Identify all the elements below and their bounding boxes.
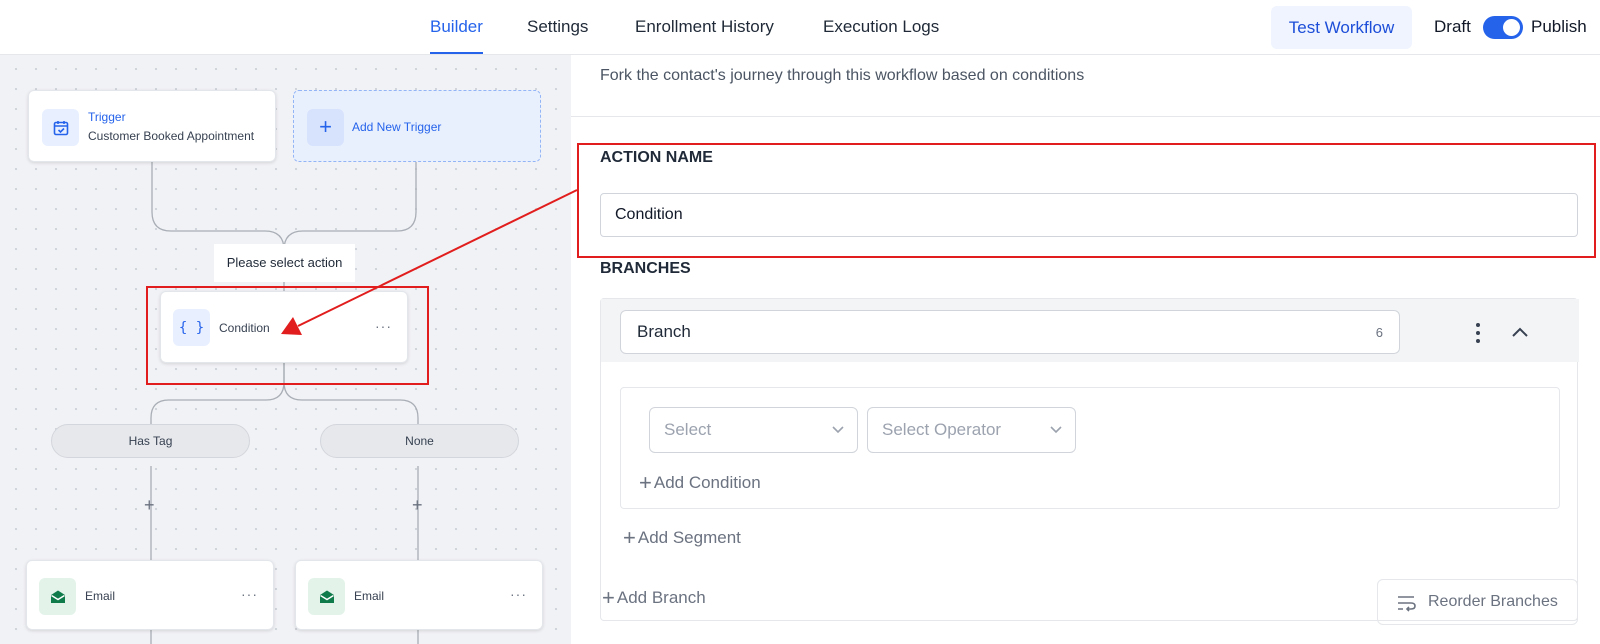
trigger-subtitle: Customer Booked Appointment — [88, 129, 255, 143]
more-options-icon[interactable]: ··· — [510, 586, 527, 602]
plus-icon: + — [307, 109, 344, 146]
workflow-canvas[interactable]: Trigger Customer Booked Appointment + Ad… — [0, 55, 571, 644]
add-segment-label: Add Segment — [637, 528, 741, 547]
annotation-highlight-box — [146, 286, 429, 385]
panel-description: Fork the contact's journey through this … — [600, 67, 1085, 84]
email-node[interactable]: Email ··· — [26, 560, 274, 630]
publish-label: Publish — [1531, 17, 1587, 36]
add-condition-button[interactable]: + Add Condition — [639, 470, 761, 496]
email-node[interactable]: Email ··· — [295, 560, 543, 630]
publish-toggle[interactable] — [1483, 16, 1523, 39]
tab-settings[interactable]: Settings — [527, 0, 588, 54]
select-action-label: Please select action — [214, 244, 355, 282]
plus-icon: + — [602, 585, 615, 610]
tab-enrollment-history[interactable]: Enrollment History — [635, 0, 774, 54]
add-action-plus-icon[interactable]: + — [412, 495, 423, 516]
trigger-title: Trigger — [88, 110, 126, 124]
test-workflow-button[interactable]: Test Workflow — [1271, 6, 1412, 49]
field-select-dropdown[interactable]: Select — [649, 407, 858, 453]
top-navigation: Builder Settings Enrollment History Exec… — [0, 0, 1600, 55]
trigger-node[interactable]: Trigger Customer Booked Appointment — [28, 90, 276, 162]
branch-card: Branch 6 Select Select Operator + Add Con… — [600, 298, 1579, 621]
reorder-icon — [1398, 596, 1416, 612]
operator-placeholder: Select Operator — [882, 420, 1002, 439]
tab-execution-logs[interactable]: Execution Logs — [823, 0, 939, 54]
draft-label: Draft — [1434, 17, 1471, 36]
branches-title: BRANCHES — [600, 260, 691, 277]
email-node-label: Email — [85, 589, 116, 603]
plus-icon: + — [623, 525, 636, 550]
branch-name-input[interactable]: Branch 6 — [620, 310, 1400, 354]
branch-pill-none[interactable]: None — [320, 424, 519, 458]
email-node-label: Email — [354, 589, 385, 603]
branch-header: Branch 6 — [601, 299, 1579, 362]
calendar-check-icon — [42, 109, 79, 146]
select-placeholder: Select — [664, 420, 712, 439]
plus-icon: + — [639, 470, 652, 495]
chevron-down-icon — [832, 426, 844, 434]
divider — [571, 116, 1600, 117]
chevron-up-icon[interactable] — [1511, 325, 1529, 339]
add-branch-button[interactable]: + Add Branch — [602, 585, 706, 611]
chevron-down-icon — [1050, 426, 1062, 434]
branch-name-value: Branch — [637, 322, 691, 341]
kebab-menu-icon[interactable] — [1471, 321, 1485, 345]
email-icon — [39, 578, 76, 615]
reorder-branches-button[interactable]: Reorder Branches — [1377, 579, 1578, 625]
reorder-branches-label: Reorder Branches — [1428, 593, 1558, 610]
operator-select-dropdown[interactable]: Select Operator — [867, 407, 1076, 453]
add-branch-label: Add Branch — [616, 588, 706, 607]
add-action-plus-icon[interactable]: + — [144, 495, 155, 516]
character-count: 6 — [1375, 325, 1383, 340]
add-trigger-label: Add New Trigger — [352, 120, 442, 134]
email-icon — [308, 578, 345, 615]
branch-pill-has-tag[interactable]: Has Tag — [51, 424, 250, 458]
segment-box: Select Select Operator + Add Condition — [620, 387, 1560, 509]
add-segment-button[interactable]: + Add Segment — [623, 525, 741, 551]
tab-builder[interactable]: Builder — [430, 0, 483, 54]
annotation-highlight-box — [577, 143, 1596, 258]
add-new-trigger-button[interactable]: + Add New Trigger — [293, 90, 541, 162]
more-options-icon[interactable]: ··· — [241, 586, 258, 602]
toggle-knob — [1503, 19, 1520, 36]
add-condition-label: Add Condition — [653, 473, 761, 492]
